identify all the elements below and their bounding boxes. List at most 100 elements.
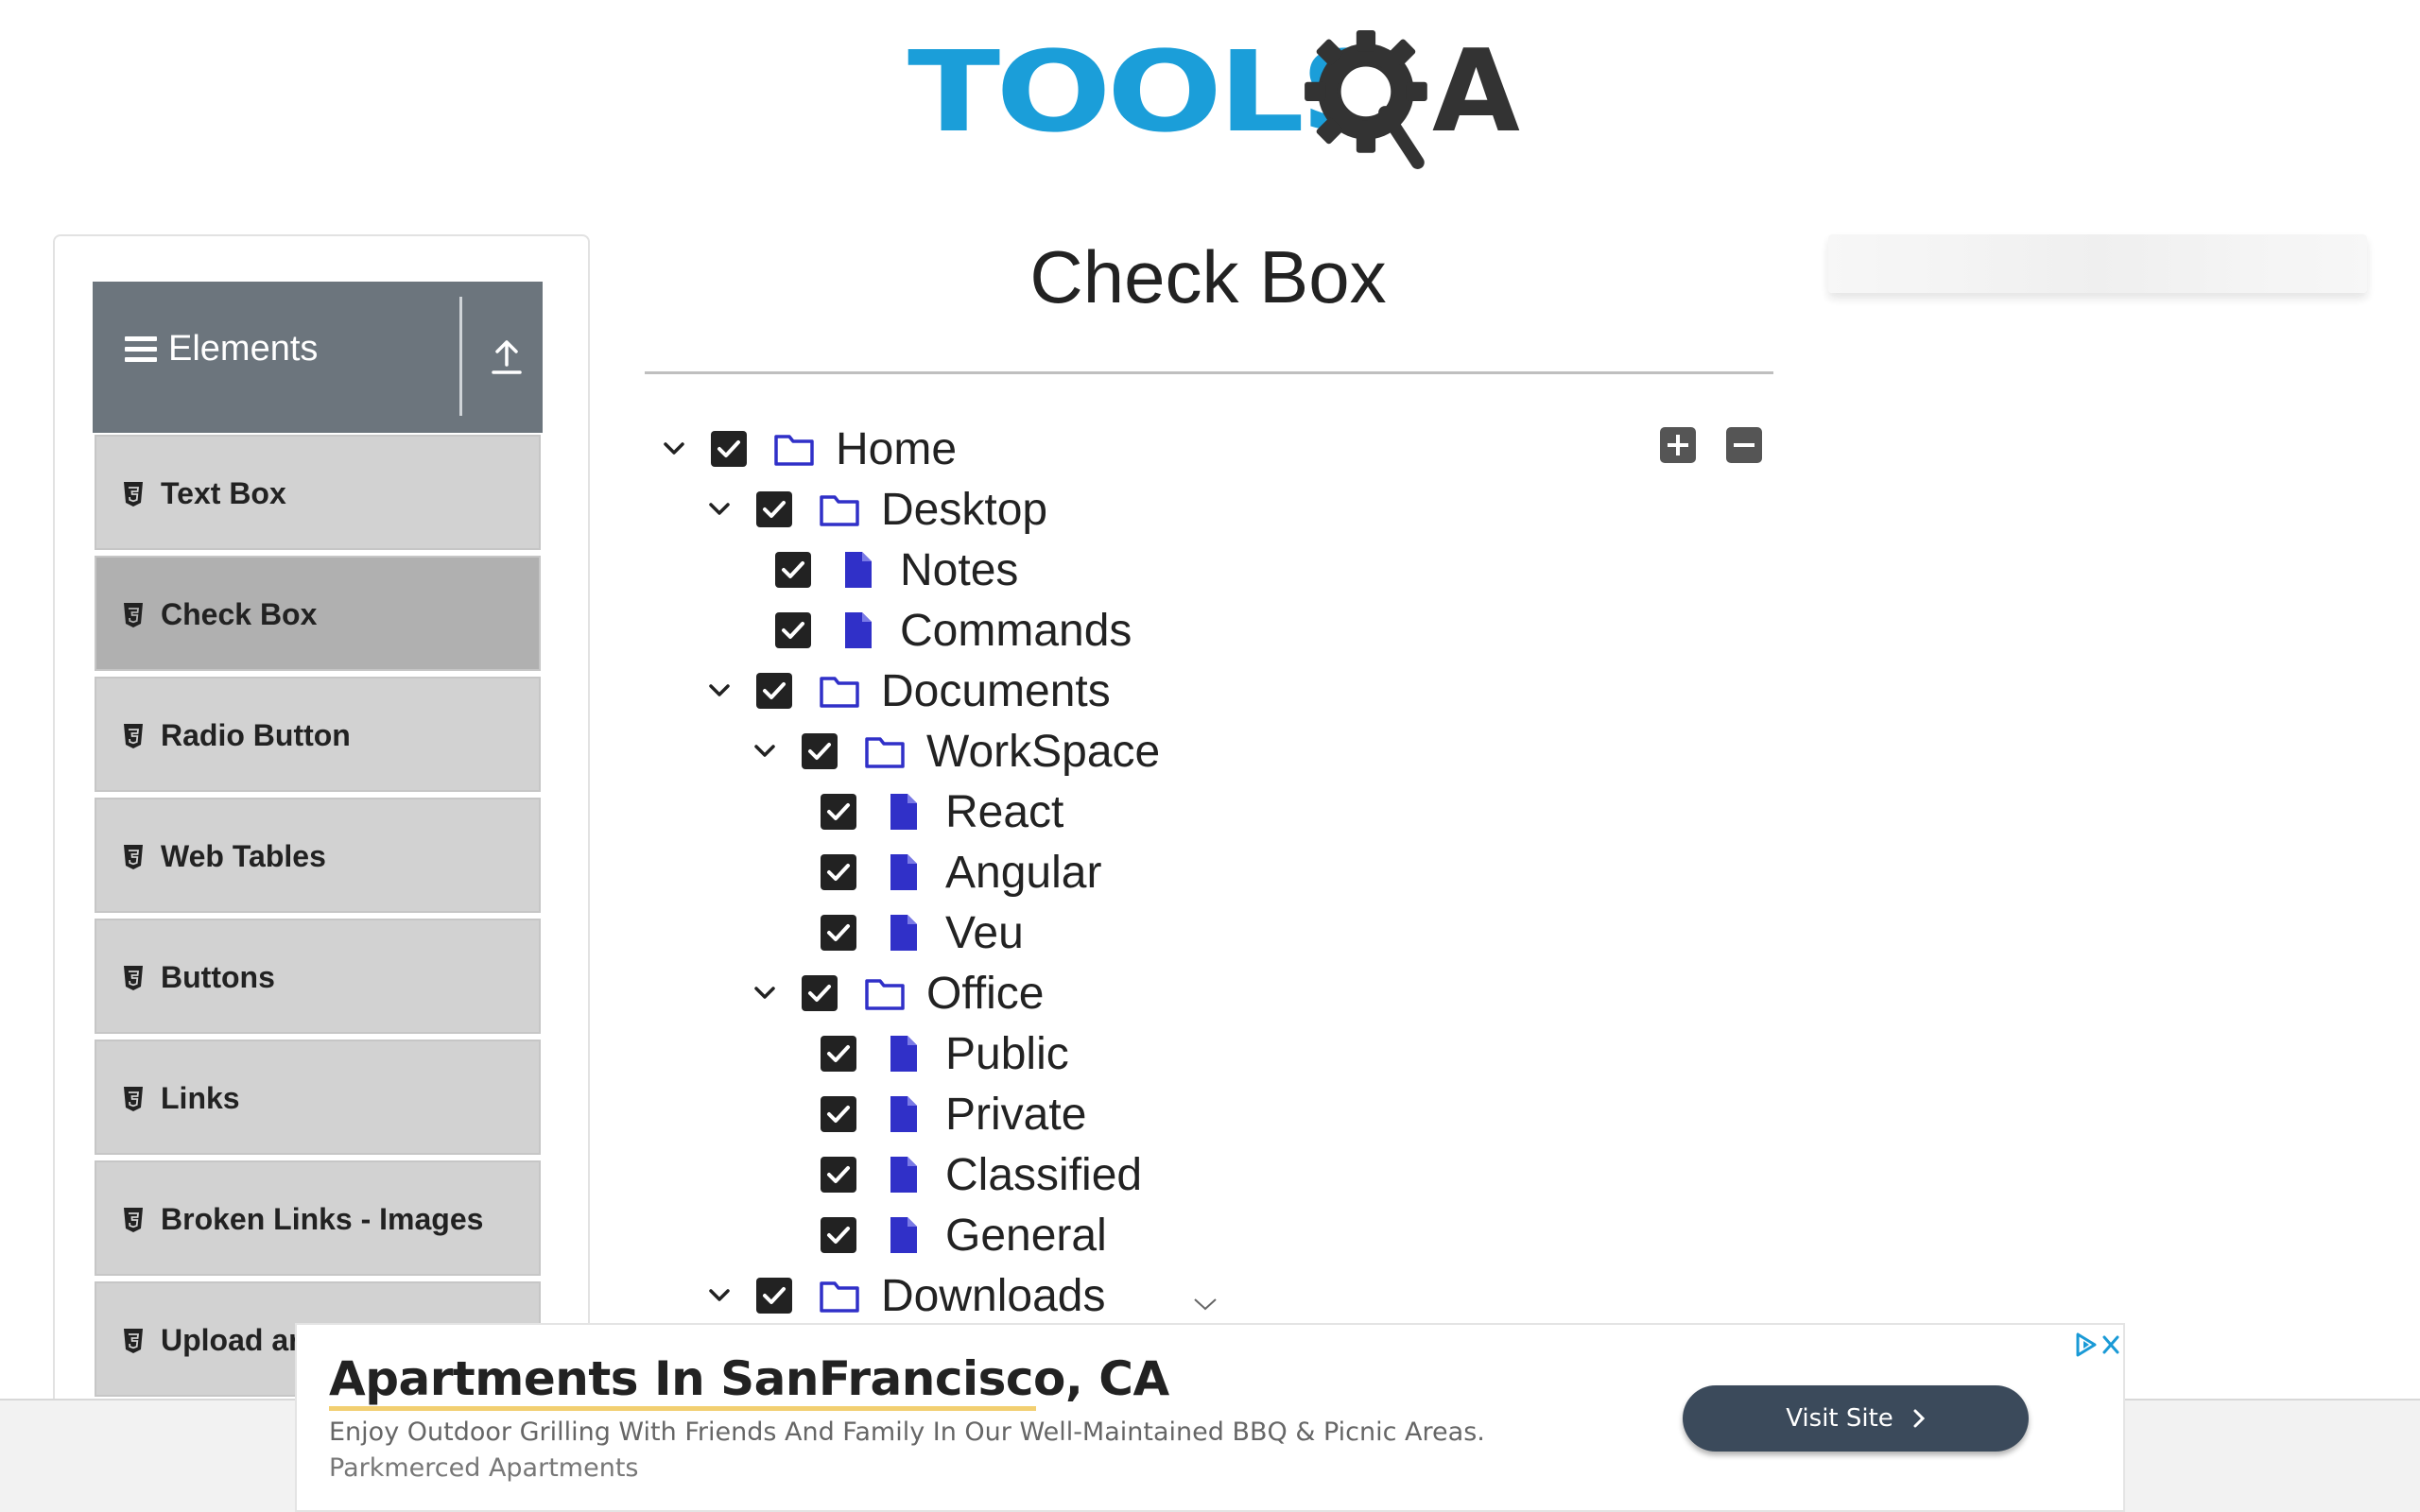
- bottom-ad-card[interactable]: Apartments In SanFrancisco, CA Enjoy Out…: [295, 1323, 2125, 1512]
- tree-node-label[interactable]: Office: [926, 968, 1045, 1020]
- tree-node-label[interactable]: Notes: [900, 544, 1018, 596]
- file-icon: [883, 913, 925, 953]
- chevron-down-icon[interactable]: [749, 977, 781, 1009]
- expand-all-button[interactable]: [1660, 427, 1696, 463]
- menu-item-broken-links-images[interactable]: Broken Links - Images: [95, 1160, 541, 1276]
- menu-item-label: Text Box: [161, 476, 286, 510]
- tree-node-workspace: WorkSpace: [749, 724, 1160, 779]
- menu-item-buttons[interactable]: Buttons: [95, 919, 541, 1034]
- tree-node-public: Public: [821, 1026, 1069, 1081]
- tree-checkbox[interactable]: [711, 431, 747, 467]
- chevron-down-icon[interactable]: [703, 675, 735, 707]
- menu-item-label: Links: [161, 1081, 240, 1115]
- tree-node-documents: Documents: [703, 663, 1111, 718]
- html5-icon: [124, 724, 143, 748]
- menu-item-label: Check Box: [161, 597, 318, 631]
- file-icon: [883, 1155, 925, 1194]
- tree-node-label[interactable]: Classified: [945, 1149, 1142, 1201]
- tree-checkbox[interactable]: [821, 1096, 856, 1132]
- visit-site-label: Visit Site: [1786, 1404, 1893, 1433]
- gear-icon: [1305, 30, 1427, 169]
- side-ad-banner[interactable]: [1828, 234, 2367, 293]
- tree-checkbox[interactable]: [756, 1278, 792, 1314]
- tree-checkbox[interactable]: [756, 673, 792, 709]
- ad-headline[interactable]: Apartments In SanFrancisco, CA: [329, 1351, 1169, 1406]
- chevron-down-icon[interactable]: [703, 493, 735, 525]
- tree-node-label[interactable]: Home: [836, 423, 957, 475]
- tree-node-label[interactable]: General: [945, 1210, 1107, 1262]
- toolsqa-logo[interactable]: TOOLS A: [908, 26, 1522, 178]
- tree-checkbox[interactable]: [821, 1036, 856, 1072]
- html5-icon: [124, 1329, 143, 1353]
- tree-node-home: Home: [658, 421, 957, 476]
- visit-site-button[interactable]: Visit Site: [1683, 1385, 2029, 1452]
- chevron-down-icon[interactable]: [749, 735, 781, 767]
- tree-node-label[interactable]: Veu: [945, 907, 1024, 959]
- menu-item-check-box[interactable]: Check Box: [95, 556, 541, 671]
- tree-node-label[interactable]: Downloads: [881, 1270, 1105, 1322]
- tree-node-private: Private: [821, 1087, 1086, 1142]
- tree-node-label[interactable]: Private: [945, 1089, 1086, 1141]
- header-divider: [459, 297, 462, 416]
- html5-icon: [124, 603, 143, 627]
- html5-icon: [124, 1087, 143, 1111]
- tree-checkbox[interactable]: [802, 733, 838, 769]
- tree-node-downloads: Downloads: [703, 1268, 1105, 1323]
- menu-item-label: Upload ar: [161, 1323, 301, 1357]
- menu-item-links[interactable]: Links: [95, 1040, 541, 1155]
- tree-checkbox[interactable]: [775, 552, 811, 588]
- tree-checkbox[interactable]: [775, 612, 811, 648]
- tree-checkbox[interactable]: [821, 1157, 856, 1193]
- menu-item-label: Buttons: [161, 960, 275, 994]
- chevron-down-icon[interactable]: [658, 433, 690, 465]
- tree-node-react: React: [821, 784, 1063, 839]
- tree-node-office: Office: [749, 966, 1045, 1021]
- file-icon: [838, 550, 879, 590]
- upload-arrow-icon[interactable]: [490, 335, 524, 376]
- ad-body: Enjoy Outdoor Grilling With Friends And …: [329, 1418, 1485, 1447]
- tree-checkbox[interactable]: [821, 915, 856, 951]
- tree-checkbox[interactable]: [821, 1217, 856, 1253]
- tree-node-label[interactable]: Angular: [945, 847, 1101, 899]
- tree-checkbox[interactable]: [821, 794, 856, 830]
- html5-icon: [124, 966, 143, 990]
- file-icon: [883, 852, 925, 892]
- folder-icon: [864, 731, 906, 771]
- file-icon: [883, 1094, 925, 1134]
- tree-node-label[interactable]: Documents: [881, 665, 1111, 717]
- tree-node-label[interactable]: Desktop: [881, 484, 1047, 536]
- menu-item-label: Broken Links - Images: [161, 1202, 484, 1236]
- menu-item-radio-button[interactable]: Radio Button: [95, 677, 541, 792]
- elements-group-header[interactable]: Elements: [93, 282, 543, 433]
- tree-checkbox[interactable]: [756, 491, 792, 527]
- tree-node-label[interactable]: WorkSpace: [926, 726, 1160, 778]
- chevron-down-icon: [1194, 1298, 1217, 1311]
- collapse-all-button[interactable]: [1726, 427, 1762, 463]
- tree-node-label[interactable]: Commands: [900, 605, 1132, 657]
- html5-icon: [124, 1208, 143, 1232]
- menu-item-text-box[interactable]: Text Box: [95, 435, 541, 550]
- page-title: Check Box: [1029, 235, 1387, 318]
- tree-node-label[interactable]: Public: [945, 1028, 1069, 1080]
- logo-a-text: A: [1432, 26, 1520, 158]
- tree-node-classified: Classified: [821, 1147, 1142, 1202]
- file-icon: [838, 610, 879, 650]
- group-title: Elements: [168, 329, 319, 369]
- file-icon: [883, 1215, 925, 1255]
- folder-icon: [773, 429, 815, 469]
- elements-menu-list: Text Box Check Box Radio Button Web Tabl…: [95, 435, 541, 1402]
- ad-sponsor: Parkmerced Apartments: [329, 1453, 639, 1483]
- ad-choices-icon[interactable]: [2074, 1331, 2123, 1359]
- folder-icon: [864, 973, 906, 1013]
- menu-item-label: Web Tables: [161, 839, 326, 873]
- folder-icon: [819, 1276, 860, 1315]
- tree-checkbox[interactable]: [821, 854, 856, 890]
- tree-checkbox[interactable]: [802, 975, 838, 1011]
- file-icon: [883, 792, 925, 832]
- chevron-down-icon[interactable]: [703, 1280, 735, 1312]
- menu-item-web-tables[interactable]: Web Tables: [95, 798, 541, 913]
- tree-node-general: General: [821, 1208, 1107, 1263]
- tree-node-label[interactable]: React: [945, 786, 1063, 838]
- folder-icon: [819, 490, 860, 529]
- html5-icon: [124, 482, 143, 507]
